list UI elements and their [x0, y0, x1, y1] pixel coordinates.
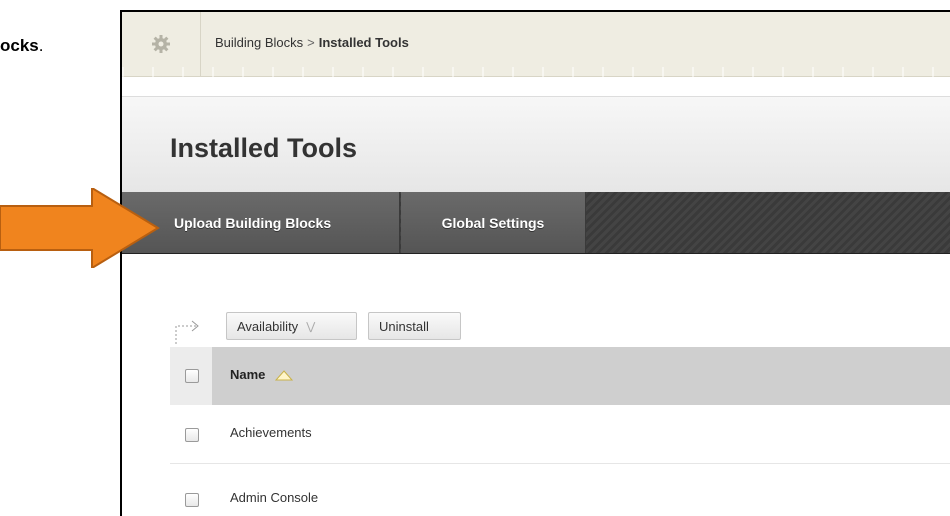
- breadcrumb-separator: >: [307, 35, 315, 50]
- uninstall-button[interactable]: Uninstall: [368, 312, 461, 340]
- name-column-header[interactable]: Name: [230, 367, 294, 382]
- availability-dropdown[interactable]: Availability ⋁: [226, 312, 357, 340]
- row-name[interactable]: Admin Console: [230, 490, 318, 505]
- breadcrumb: Building Blocks > Installed Tools: [215, 35, 409, 50]
- table-row: Achievements: [170, 405, 950, 464]
- screenshot-frame: Building Blocks > Installed Tools Installe…: [120, 10, 950, 516]
- row-checkbox[interactable]: [185, 428, 199, 442]
- sort-ascending-icon: [275, 370, 294, 381]
- page-header: Installed Tools: [122, 96, 950, 193]
- breadcrumb-item-installed-tools: Installed Tools: [318, 35, 409, 50]
- bulk-action-arrow-icon: [175, 320, 199, 344]
- chevron-down-double-icon: ⋁: [306, 320, 316, 333]
- settings-gear-button[interactable]: [122, 12, 201, 76]
- name-column-label: Name: [230, 367, 266, 382]
- row-name[interactable]: Achievements: [230, 425, 312, 440]
- global-settings-button[interactable]: Global Settings: [401, 192, 586, 253]
- action-bar: Upload Building Blocks Global Settings: [122, 192, 950, 254]
- row-checkbox[interactable]: [185, 493, 199, 507]
- breadcrumb-item-building-blocks[interactable]: Building Blocks: [215, 35, 303, 50]
- instruction-tail: .: [38, 36, 44, 55]
- instruction-bold-text: ocks: [0, 36, 39, 55]
- annotation-arrow-shape: [0, 188, 160, 268]
- page-title: Installed Tools: [170, 133, 358, 163]
- table-row: Admin Console: [170, 464, 950, 516]
- instruction-text: ocks.: [0, 36, 43, 56]
- select-all-checkbox[interactable]: [185, 369, 199, 383]
- annotation-arrow: [0, 188, 160, 268]
- select-all-cell: [170, 347, 212, 405]
- gear-icon: [152, 35, 170, 53]
- upload-building-blocks-button[interactable]: Upload Building Blocks: [122, 192, 400, 253]
- table-header: Name: [170, 347, 950, 405]
- availability-label: Availability: [237, 318, 299, 334]
- breadcrumb-bar: Building Blocks > Installed Tools: [122, 12, 950, 77]
